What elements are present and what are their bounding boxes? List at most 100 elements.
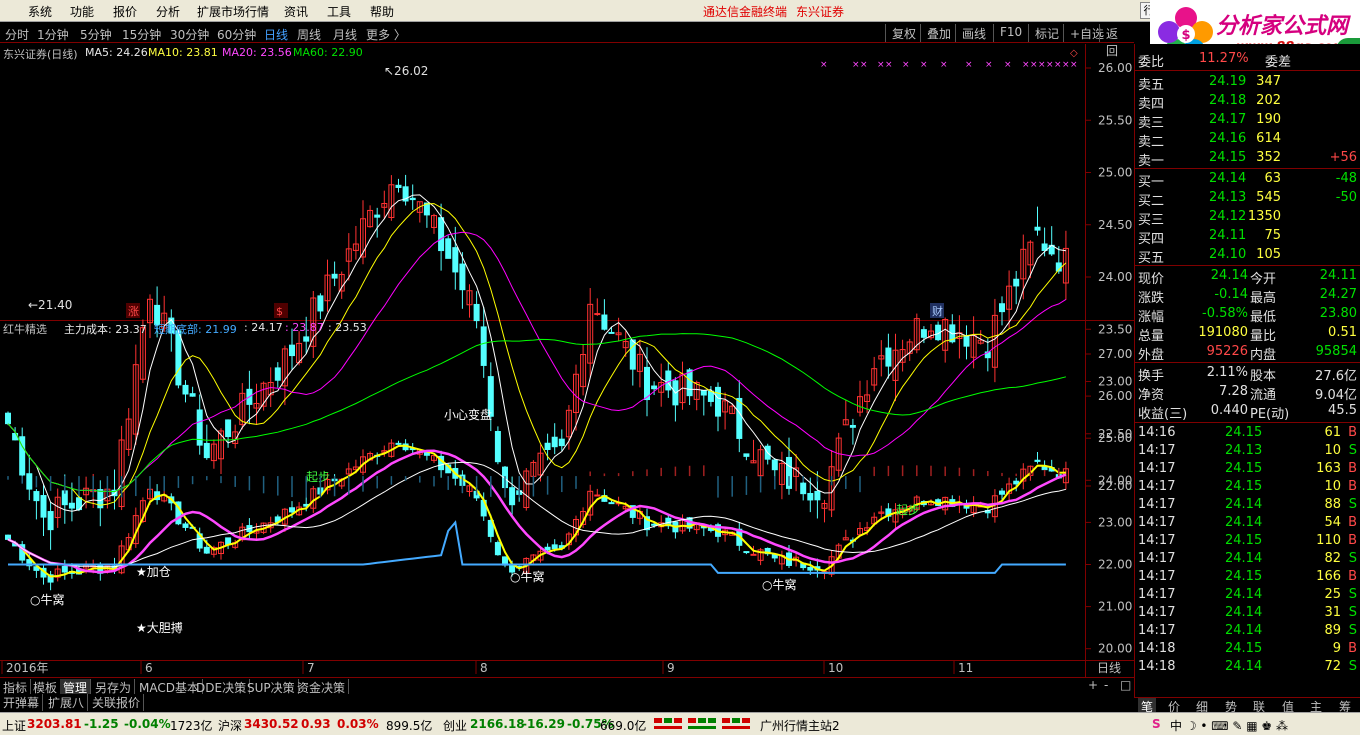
main-y-tick-label: 24.00	[1098, 270, 1132, 284]
period-5min[interactable]: 5分钟	[80, 26, 112, 43]
bid-row: 买四 24.11 75	[1135, 227, 1360, 247]
btn-back[interactable]: 返回	[1099, 24, 1134, 58]
main-y-tick-label: 23.00	[1098, 375, 1132, 389]
period-more[interactable]: 更多 〉	[366, 26, 406, 43]
signal-x-marker: ×	[940, 60, 948, 70]
sub-value-5: : 23.53	[328, 321, 367, 334]
zoom-in-button[interactable]: +	[1088, 678, 1098, 692]
ask-change: +56	[1329, 150, 1357, 165]
sz-value: 3430.52	[244, 717, 299, 731]
tab-sup[interactable]: SUP决策	[244, 679, 299, 695]
low-price-label: ←21.40	[28, 298, 72, 312]
period-30min[interactable]: 30分钟	[170, 26, 209, 43]
status-bar: 上证 3203.81 -1.25 -0.04% 1723亿 沪深 3430.52…	[0, 712, 1360, 735]
tick-volume: 61	[1324, 425, 1341, 440]
menu-function[interactable]: 功能	[70, 3, 94, 20]
ask-row: 卖二 24.16 614	[1135, 130, 1360, 150]
stat-label: 最低	[1250, 310, 1277, 325]
station-name[interactable]: 广州行情主站2	[760, 717, 840, 734]
menu-tools[interactable]: 工具	[327, 3, 351, 20]
zoom-out-button[interactable]: -	[1104, 678, 1108, 692]
tab-ext8[interactable]: 扩展八	[45, 694, 89, 711]
menu-news[interactable]: 资讯	[284, 3, 308, 20]
tab-dde[interactable]: DDE决策	[193, 679, 251, 695]
bid-row: 买二 24.13 545 -50	[1135, 189, 1360, 209]
tick-price: 24.14	[1225, 659, 1263, 674]
ask-price: 24.18	[1209, 93, 1247, 108]
fund-value: 9.04亿	[1315, 388, 1357, 403]
candle-body	[601, 314, 608, 330]
fund-label: 净资	[1138, 388, 1165, 403]
stat-value: 191080	[1198, 325, 1248, 340]
webi-value: 11.27%	[1199, 51, 1249, 66]
menu-quote[interactable]: 报价	[113, 3, 137, 20]
fund-value: 7.28	[1219, 384, 1248, 399]
sub-y-tick-label: 27.00	[1098, 347, 1132, 361]
btn-f10[interactable]: F10	[993, 24, 1028, 42]
bid-row: 买三 24.12 1350	[1135, 208, 1360, 228]
signal-x-marker: ×	[885, 60, 893, 70]
period-tick[interactable]: 分时	[5, 26, 29, 43]
tab-manage[interactable]: 管理	[60, 679, 92, 695]
stat-value: 24.14	[1210, 268, 1248, 283]
bid-label: 买二	[1138, 194, 1165, 209]
period-monthly[interactable]: 月线	[333, 26, 357, 43]
stat-value: -0.14	[1214, 287, 1248, 302]
signal-x-marker: ×	[965, 60, 973, 70]
candle-body	[61, 565, 68, 573]
candle-body	[594, 494, 601, 497]
fund-value: 45.5	[1328, 403, 1357, 418]
ime-s-icon[interactable]: S	[1152, 717, 1161, 731]
main-candles	[5, 174, 1069, 550]
btn-draw[interactable]: 画线	[955, 24, 992, 42]
tab-fund[interactable]: 资金决策	[294, 679, 350, 695]
period-daily[interactable]: 日线	[264, 26, 288, 43]
tick-row: 14:17 24.14 31 S	[1135, 604, 1360, 622]
tab-danmaku[interactable]: 开弹幕	[0, 694, 44, 711]
webi-label: 委比	[1138, 55, 1165, 70]
tab-indicator[interactable]: 指标	[0, 679, 32, 695]
tick-price: 24.15	[1225, 479, 1263, 494]
tick-side: S	[1348, 659, 1357, 674]
tick-row: 14:17 24.15 163 B	[1135, 460, 1360, 478]
btn-fuquan[interactable]: 复权	[885, 24, 922, 42]
ask-volume: 352	[1256, 150, 1281, 165]
tab-related-quote[interactable]: 关联报价	[89, 694, 145, 711]
ime-toolbar-icon[interactable]: 中 ☽ • ⌨ ✎ ▦ ♚ ⁂	[1170, 717, 1288, 734]
menu-help[interactable]: 帮助	[370, 3, 394, 20]
promo-terminal: 通达信金融终端	[703, 5, 788, 19]
menu-extended-market[interactable]: 扩展市场行情	[197, 3, 269, 20]
candle-body	[743, 453, 750, 457]
tick-time: 14:18	[1138, 641, 1176, 656]
signal-x-marker: ×	[1004, 60, 1012, 70]
tab-template[interactable]: 模板	[30, 679, 62, 695]
market-breadth-icon	[654, 718, 750, 729]
promo-broker: 东兴证券	[796, 5, 845, 19]
btn-mark[interactable]: 标记	[1028, 24, 1065, 42]
period-1min[interactable]: 1分钟	[37, 26, 69, 43]
candle-body	[203, 442, 210, 459]
bid-label: 买一	[1138, 175, 1165, 190]
period-60min[interactable]: 60分钟	[217, 26, 256, 43]
btn-overlay[interactable]: 叠加	[920, 24, 957, 42]
kline-chart-area[interactable]: 26.0025.5025.0024.5024.0023.5023.0022.50…	[0, 44, 1134, 677]
candle-body	[47, 511, 54, 531]
menu-system[interactable]: 系统	[28, 3, 52, 20]
x-axis-label: 7	[307, 661, 315, 675]
menu-analysis[interactable]: 分析	[156, 3, 180, 20]
tab-save-as[interactable]: 另存为	[92, 679, 136, 695]
tick-side: B	[1348, 533, 1357, 548]
tick-time: 14:17	[1138, 533, 1176, 548]
stat-value: -0.58%	[1202, 306, 1248, 321]
main-y-tick-label: 25.50	[1098, 113, 1132, 127]
period-weekly[interactable]: 周线	[297, 26, 321, 43]
candle-body	[807, 567, 814, 571]
candle-body	[374, 214, 381, 218]
main-chart-title: 东兴证券(日线)	[3, 48, 78, 61]
main-y-tick-label: 23.50	[1098, 322, 1132, 336]
tick-volume: 72	[1324, 659, 1341, 674]
period-15min[interactable]: 15分钟	[122, 26, 161, 43]
tick-time: 14:17	[1138, 551, 1176, 566]
x-axis-label: 10	[828, 661, 843, 675]
collapse-button[interactable]: □	[1120, 678, 1131, 692]
